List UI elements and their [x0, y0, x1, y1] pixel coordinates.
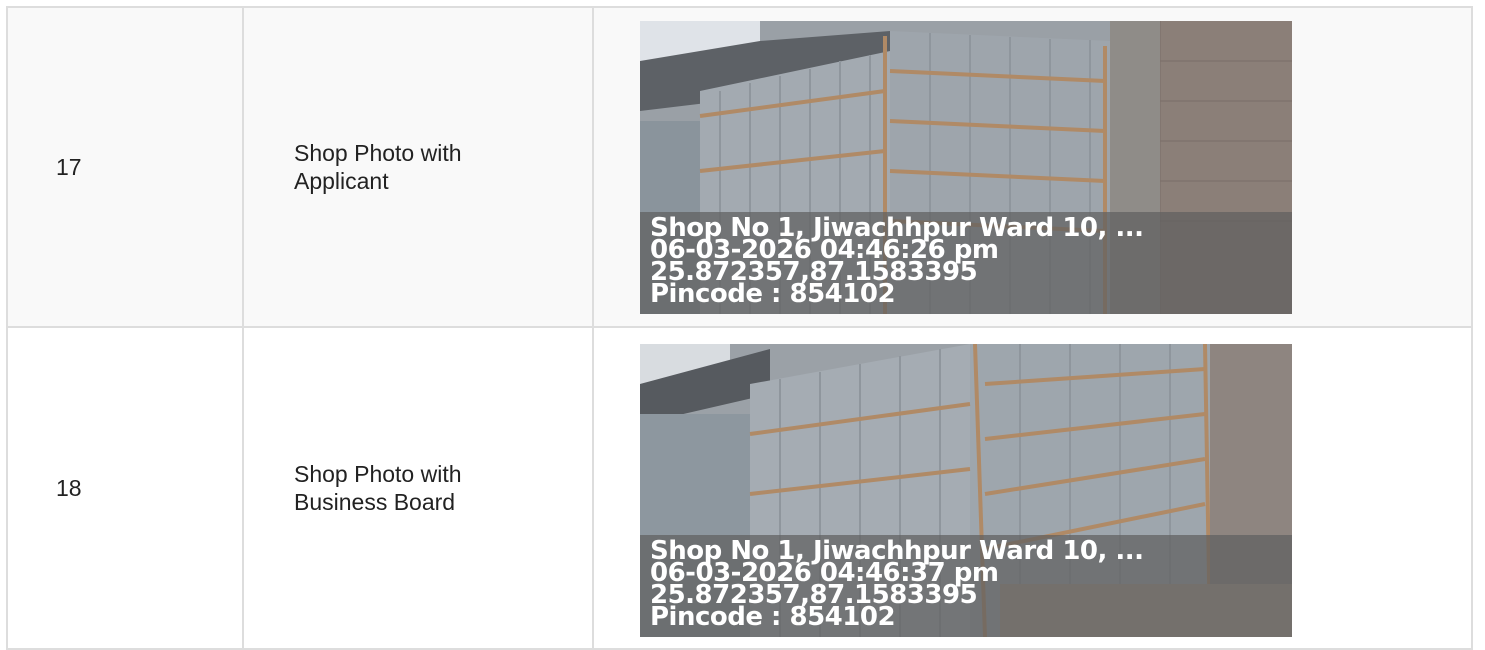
serial-number: 17: [56, 153, 82, 180]
geotag-overlay: Shop No 1, Jiwachhpur Ward 10, ... 06-03…: [640, 535, 1292, 637]
photo-cell: Shop No 1, Jiwachhpur Ward 10, ... 06-03…: [592, 6, 1473, 328]
geotag-overlay: Shop No 1, Jiwachhpur Ward 10, ... 06-03…: [640, 211, 1292, 314]
serial-number-cell: 17: [6, 6, 244, 328]
document-label: Shop Photo with Applicant: [294, 140, 462, 194]
shop-photo-business-board[interactable]: Shop No 1, Jiwachhpur Ward 10, ... 06-03…: [640, 344, 1292, 637]
serial-number: 18: [56, 474, 82, 501]
document-label-cell: Shop Photo with Business Board: [242, 326, 594, 650]
document-label-cell: Shop Photo with Applicant: [242, 6, 594, 328]
serial-number-cell: 18: [6, 326, 244, 650]
table-row: 18 Shop Photo with Business Board Shop N…: [6, 326, 1473, 650]
document-label: Shop Photo with Business Board: [294, 461, 462, 515]
table-row: 17 Shop Photo with Applicant Shop No 1, …: [6, 6, 1473, 328]
shop-photos-table: 17 Shop Photo with Applicant Shop No 1, …: [6, 6, 1473, 650]
shop-photo-applicant[interactable]: Shop No 1, Jiwachhpur Ward 10, ... 06-03…: [640, 20, 1292, 314]
photo-cell: Shop No 1, Jiwachhpur Ward 10, ... 06-03…: [592, 326, 1473, 650]
